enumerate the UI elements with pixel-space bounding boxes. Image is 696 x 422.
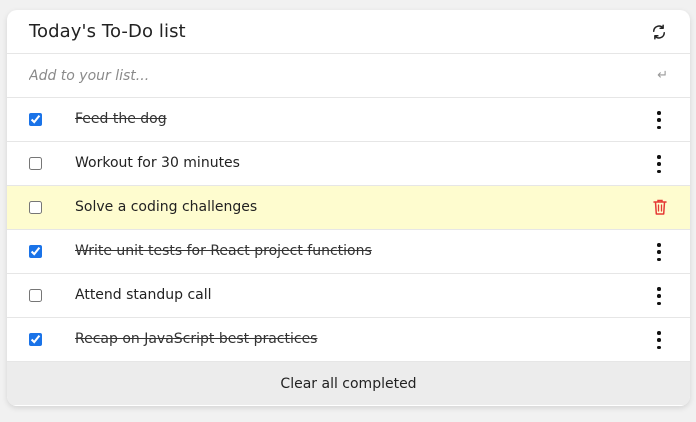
add-item-row: ↵ <box>7 54 690 98</box>
item-text: Workout for 30 minutes <box>75 155 240 171</box>
item-checkbox[interactable] <box>29 333 42 346</box>
menu-dot <box>657 162 661 166</box>
more-vertical-icon[interactable] <box>654 155 664 173</box>
menu-dot <box>657 125 661 129</box>
item-checkbox[interactable] <box>29 201 42 214</box>
trash-icon[interactable] <box>652 198 668 216</box>
item-text: Recap on JavaScript best practices <box>75 331 318 347</box>
item-text: Feed the dog <box>75 111 167 127</box>
card-header: Today's To-Do list <box>7 10 690 54</box>
menu-dot <box>657 169 661 173</box>
item-text: Attend standup call <box>75 287 212 303</box>
menu-dot <box>657 250 661 254</box>
menu-dot <box>657 331 661 335</box>
list-item: Attend standup call <box>7 274 690 318</box>
more-vertical-icon[interactable] <box>654 243 664 261</box>
page-title: Today's To-Do list <box>29 21 186 42</box>
todo-card: Today's To-Do list ↵ Feed the dog Workout… <box>7 10 690 406</box>
clear-completed-button[interactable]: Clear all completed <box>7 362 690 405</box>
list-item: Write unit tests for React project funct… <box>7 230 690 274</box>
item-text: Write unit tests for React project funct… <box>75 243 372 259</box>
list-item: Solve a coding challenges <box>7 186 690 230</box>
item-text: Solve a coding challenges <box>75 199 258 215</box>
menu-dot <box>657 118 661 122</box>
list-item: Feed the dog <box>7 98 690 142</box>
menu-dot <box>657 301 661 305</box>
item-checkbox[interactable] <box>29 289 42 302</box>
list-item: Recap on JavaScript best practices <box>7 318 690 362</box>
list-item: Workout for 30 minutes <box>7 142 690 186</box>
menu-dot <box>657 155 661 159</box>
more-vertical-icon[interactable] <box>654 331 664 349</box>
refresh-icon[interactable] <box>650 23 668 41</box>
menu-dot <box>657 338 661 342</box>
item-checkbox[interactable] <box>29 245 42 258</box>
menu-dot <box>657 257 661 261</box>
menu-dot <box>657 111 661 115</box>
menu-dot <box>657 243 661 247</box>
todo-list: Feed the dog Workout for 30 minutes Solve … <box>7 98 690 362</box>
item-checkbox[interactable] <box>29 157 42 170</box>
enter-icon[interactable]: ↵ <box>657 68 668 83</box>
menu-dot <box>657 345 661 349</box>
more-vertical-icon[interactable] <box>654 111 664 129</box>
menu-dot <box>657 294 661 298</box>
menu-dot <box>657 287 661 291</box>
item-checkbox[interactable] <box>29 113 42 126</box>
more-vertical-icon[interactable] <box>654 287 664 305</box>
add-item-input[interactable] <box>29 67 589 84</box>
